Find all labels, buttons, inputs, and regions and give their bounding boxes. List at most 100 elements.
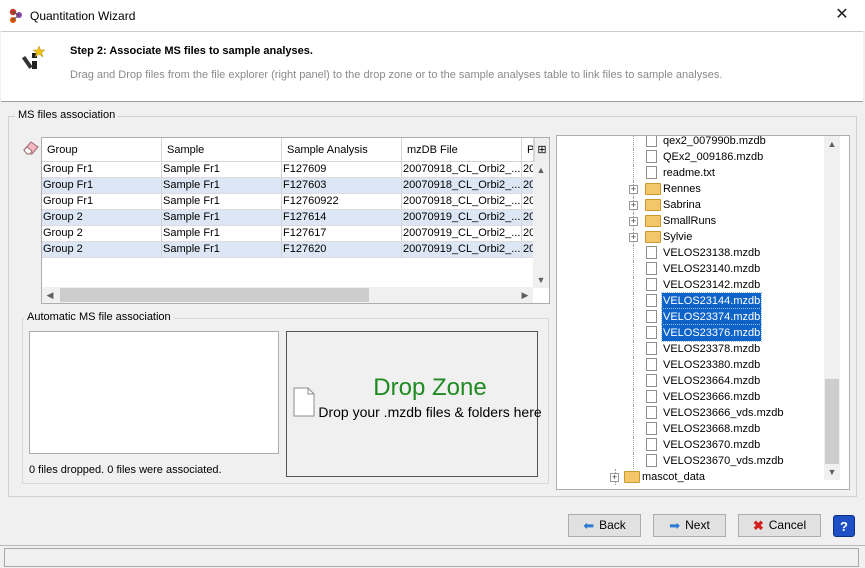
close-icon[interactable]: ✕ — [827, 3, 857, 27]
column-header-sample-analysis[interactable]: Sample Analysis — [282, 138, 402, 162]
tree-vertical-scrollbar[interactable]: ▲ ▼ — [824, 136, 840, 480]
table-vertical-scrollbar[interactable]: ▲ ▼ — [533, 162, 549, 288]
table-cell[interactable]: Group Fr1 — [42, 162, 162, 178]
tree-file-item[interactable]: VELOS23670.mzdb — [557, 437, 823, 453]
table-cell[interactable]: 20070919_CL_Orbi2_... — [402, 226, 522, 242]
tree-file-item[interactable]: VELOS23666_vds.mzdb — [557, 405, 823, 421]
tree-file-item[interactable]: VELOS23374.mzdb — [557, 308, 823, 326]
tree-file-item[interactable]: readme.txt — [557, 165, 823, 181]
table-cell[interactable]: Sample Fr1 — [162, 178, 282, 194]
wizard-header: Step 2: Associate MS files to sample ana… — [1, 31, 863, 102]
status-bar — [0, 545, 865, 568]
tree-guide-line — [633, 437, 634, 453]
tree-guide-line — [633, 277, 634, 293]
scroll-down-arrow-icon[interactable]: ▼ — [533, 272, 549, 288]
tree-file-item[interactable]: VELOS23140.mzdb — [557, 261, 823, 277]
scroll-right-arrow-icon[interactable]: ▶ — [517, 287, 533, 303]
table-row[interactable]: Group 2 Sample Fr1 F127620 20070919_CL_Orbi… — [42, 242, 534, 258]
eraser-icon[interactable] — [22, 139, 40, 155]
scroll-up-arrow-icon[interactable]: ▲ — [824, 136, 840, 152]
table-cell[interactable]: F127603 — [282, 178, 402, 194]
table-cell[interactable]: Group Fr1 — [42, 194, 162, 210]
tree-folder-item[interactable]: + mascot_data — [557, 469, 823, 485]
tree-file-item[interactable]: VELOS23664.mzdb — [557, 373, 823, 389]
table-cell[interactable]: Group Fr1 — [42, 178, 162, 194]
wizard-wand-icon — [21, 44, 47, 70]
expand-icon[interactable]: + — [629, 201, 638, 210]
sample-analyses-table[interactable]: Group Sample Sample Analysis mzDB File P… — [41, 137, 550, 304]
tree-file-item[interactable]: QEx2_009186.mzdb — [557, 149, 823, 165]
tree-file-item[interactable]: VELOS23144.mzdb — [557, 292, 823, 310]
tree-file-item[interactable]: VELOS23666.mzdb — [557, 389, 823, 405]
next-button[interactable]: ➡ Next — [653, 514, 726, 537]
tree-file-item[interactable]: qex2_007990b.mzdb — [557, 136, 823, 149]
tree-file-item[interactable]: VELOS23380.mzdb — [557, 357, 823, 373]
table-horizontal-scrollbar[interactable]: ◀ ▶ — [42, 287, 533, 303]
expand-icon[interactable]: + — [629, 217, 638, 226]
table-cell[interactable]: 20070919_CL_Orbi2_... — [402, 242, 522, 258]
file-icon — [646, 294, 657, 307]
drop-zone[interactable]: Drop Zone Drop your .mzdb files & folder… — [286, 331, 542, 477]
tree-file-item[interactable]: VELOS23376.mzdb — [557, 324, 823, 342]
table-cell[interactable]: F127614 — [282, 210, 402, 226]
table-row[interactable]: Group Fr1 Sample Fr1 F127609 20070918_CL_Or… — [42, 162, 534, 178]
tree-item-label: VELOS23666_vds.mzdb — [663, 407, 784, 419]
table-cell[interactable]: Group 2 — [42, 226, 162, 242]
column-header-sample[interactable]: Sample — [162, 138, 282, 162]
tree-folder-item[interactable]: + Sabrina — [557, 197, 823, 213]
table-row[interactable]: Group 2 Sample Fr1 F127614 20070919_CL_Orbi… — [42, 210, 534, 226]
expand-icon[interactable]: + — [610, 473, 619, 482]
tree-file-item[interactable]: VELOS23378.mzdb — [557, 341, 823, 357]
tree-file-item[interactable]: VELOS23670_vds.mzdb — [557, 453, 823, 469]
tree-guide-line — [633, 325, 634, 341]
table-cell[interactable]: 20070918_CL_Orbi2_... — [402, 162, 522, 178]
tree-folder-item[interactable]: + SmallRuns — [557, 213, 823, 229]
tree-folder-item[interactable]: + Sylvie — [557, 229, 823, 245]
tree-guide-line — [633, 293, 634, 309]
file-icon — [646, 262, 657, 275]
file-explorer-tree[interactable]: qex2_007990b.mzdb QEx2_009186.mzdb readme.… — [556, 135, 850, 490]
auto-association-list[interactable] — [29, 331, 279, 454]
next-label: Next — [685, 518, 710, 532]
table-cell[interactable]: 20070918_CL_Orbi2_... — [402, 178, 522, 194]
table-row[interactable]: Group 2 Sample Fr1 F127617 20070919_CL_Orbi… — [42, 226, 534, 242]
table-cell[interactable]: F12760922 — [282, 194, 402, 210]
help-button[interactable]: ? — [833, 515, 855, 537]
tree-scroll-thumb[interactable] — [825, 379, 839, 464]
column-header-mzdb-file[interactable]: mzDB File — [402, 138, 522, 162]
scroll-up-arrow-icon[interactable]: ▲ — [533, 162, 549, 178]
expand-icon[interactable]: + — [629, 185, 638, 194]
window-title: Quantitation Wizard — [30, 9, 136, 23]
table-cell[interactable]: Sample Fr1 — [162, 162, 282, 178]
table-cell[interactable]: F127620 — [282, 242, 402, 258]
table-cell[interactable]: Sample Fr1 — [162, 226, 282, 242]
horizontal-scroll-thumb[interactable] — [60, 288, 369, 302]
tree-file-item[interactable]: VELOS23142.mzdb — [557, 277, 823, 293]
table-cell[interactable]: Group 2 — [42, 210, 162, 226]
tree-folder-item[interactable]: + Rennes — [557, 181, 823, 197]
scroll-down-arrow-icon[interactable]: ▼ — [824, 464, 840, 480]
table-cell[interactable]: F127609 — [282, 162, 402, 178]
cancel-button[interactable]: ✖ Cancel — [738, 514, 821, 537]
tree-file-item[interactable]: VELOS23138.mzdb — [557, 245, 823, 261]
tree-guide-line — [633, 165, 634, 181]
table-cell[interactable]: Sample Fr1 — [162, 194, 282, 210]
tree-item-label: VELOS23664.mzdb — [663, 375, 761, 387]
tree-file-item[interactable]: VELOS23668.mzdb — [557, 421, 823, 437]
cancel-x-icon: ✖ — [752, 518, 764, 533]
table-cell[interactable]: 20070918_CL_Orbi2_... — [402, 194, 522, 210]
column-header-p[interactable]: P — [522, 138, 534, 162]
table-cell[interactable]: F127617 — [282, 226, 402, 242]
column-chooser-button[interactable]: ⊞ — [534, 138, 549, 162]
column-header-group[interactable]: Group — [42, 138, 162, 162]
table-row[interactable]: Group Fr1 Sample Fr1 F12760922 20070918_CL_… — [42, 194, 534, 210]
table-cell[interactable]: Sample Fr1 — [162, 242, 282, 258]
expand-icon[interactable]: + — [629, 233, 638, 242]
table-cell[interactable]: 20070919_CL_Orbi2_... — [402, 210, 522, 226]
back-button[interactable]: ⬅ Back — [568, 514, 641, 537]
scroll-left-arrow-icon[interactable]: ◀ — [42, 287, 58, 303]
table-row[interactable]: Group Fr1 Sample Fr1 F127603 20070918_CL_Or… — [42, 178, 534, 194]
table-cell[interactable]: Group 2 — [42, 242, 162, 258]
table-cell[interactable]: Sample Fr1 — [162, 210, 282, 226]
tree-guide-line — [633, 245, 634, 261]
